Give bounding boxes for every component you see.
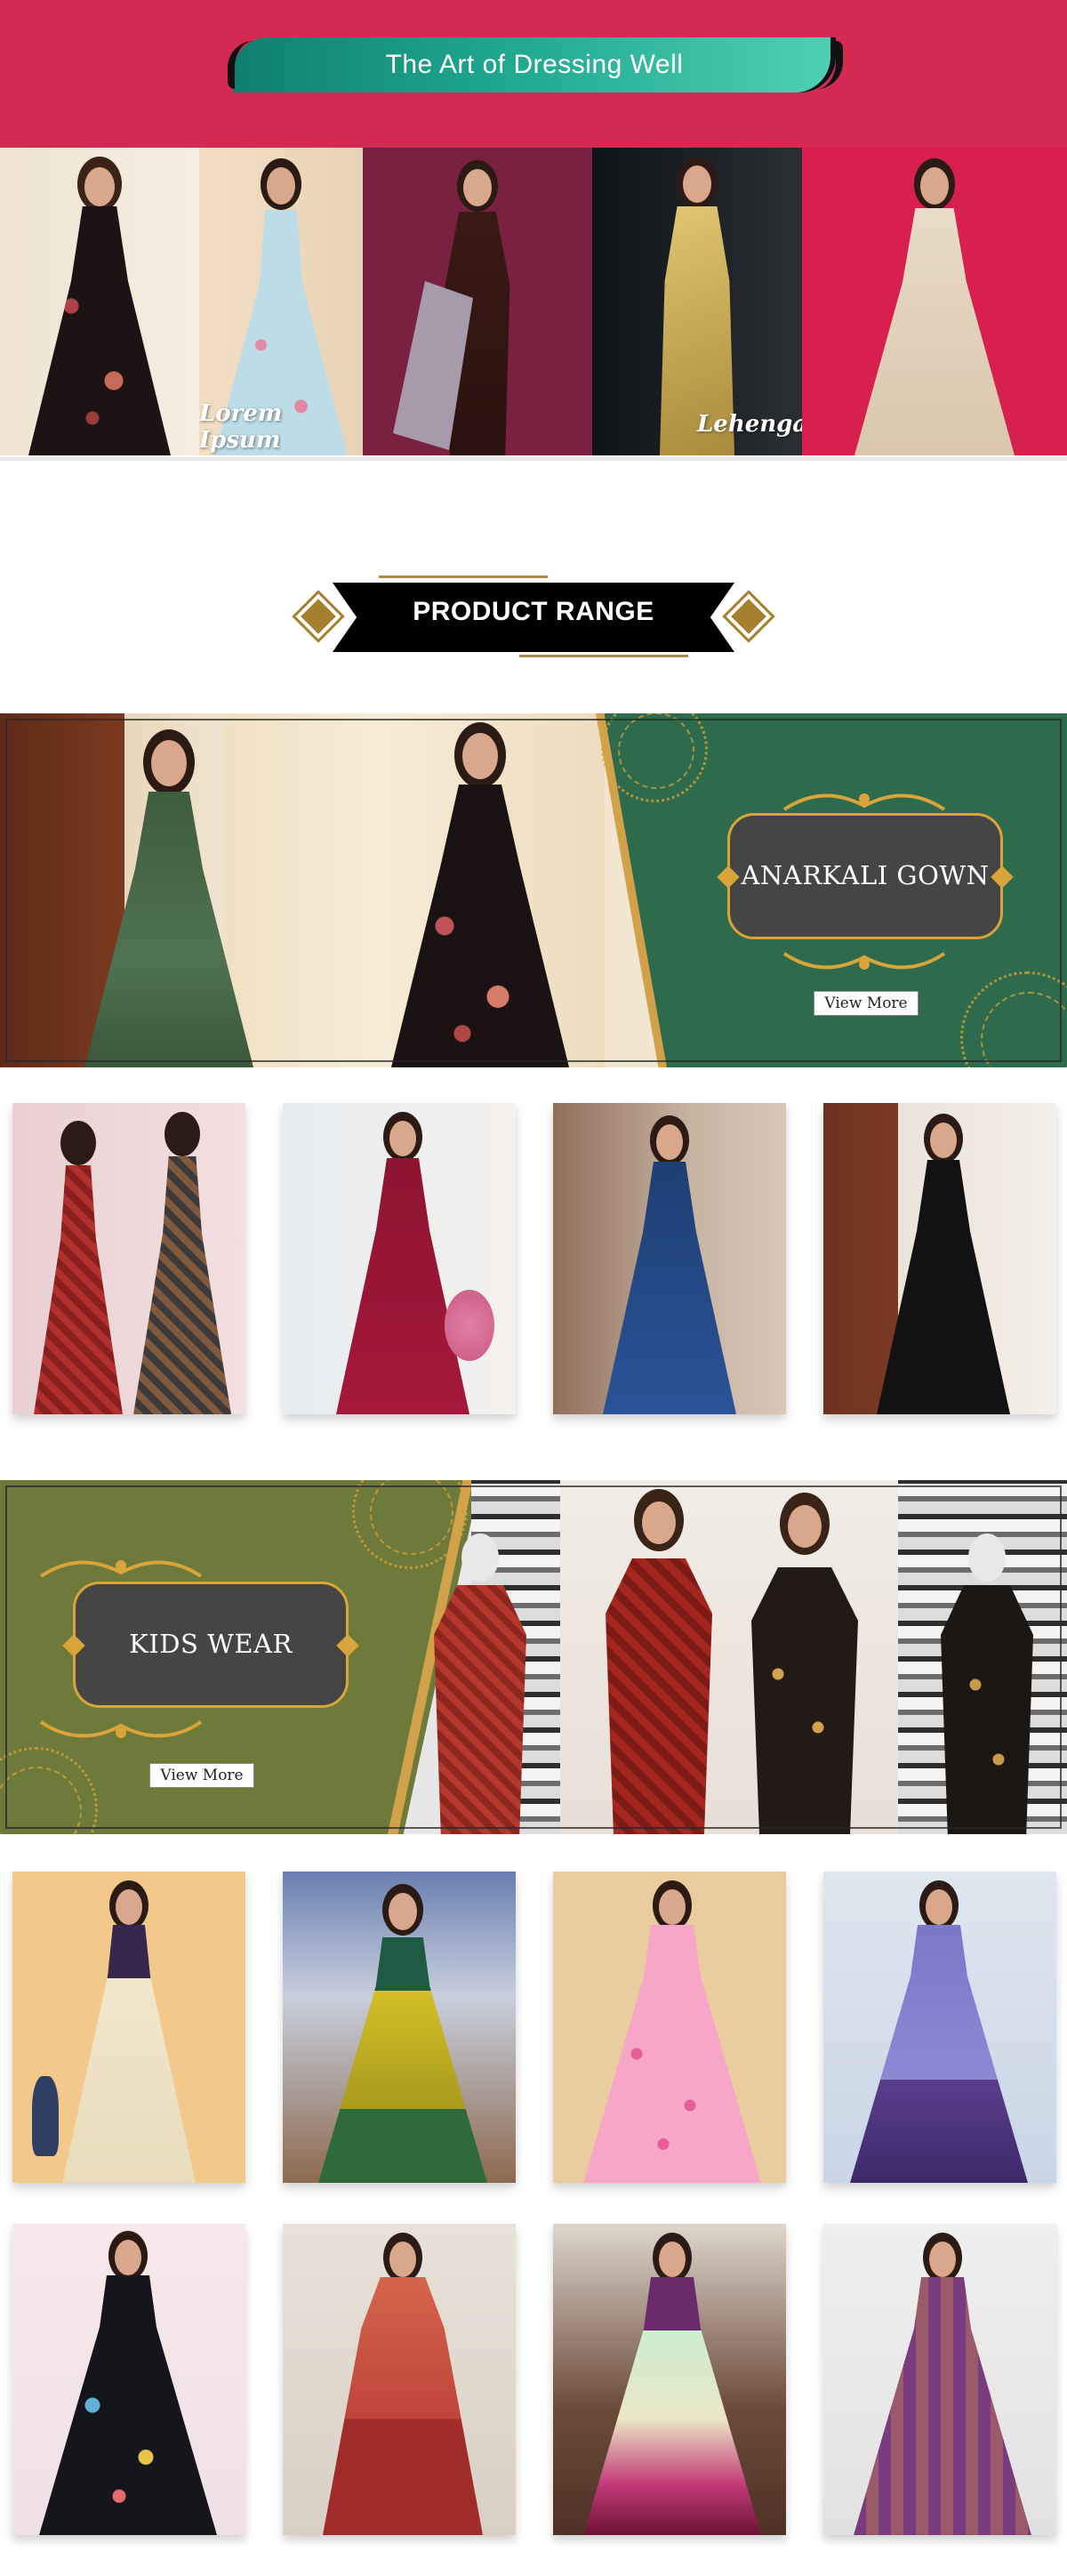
product-card-red-sharara[interactable] [283, 2224, 516, 2535]
anarkali-gown-plaque: ANARKALI GOWN [717, 813, 1014, 939]
kids-wear-label: KIDS WEAR [129, 1629, 293, 1659]
title-pill: The Art of Dressing Well [228, 37, 843, 93]
product-card-lavender-gown[interactable] [823, 1872, 1056, 2183]
anarkali-view-more-button[interactable]: View More [814, 991, 919, 1016]
hero-image-golden-saree[interactable]: Lehenga Collection [592, 148, 802, 455]
product-card-maroon-anarkali[interactable] [283, 1103, 516, 1414]
ornament-scroll-icon [782, 952, 946, 970]
hero-image-black-floral-gown[interactable] [0, 148, 199, 455]
kid-red-kurta [592, 1489, 726, 1834]
product-card-cream-lehenga[interactable] [12, 1872, 245, 2183]
kid-black-kurta [738, 1493, 871, 1834]
product-range-title: PRODUCT RANGE [413, 597, 654, 626]
vase-decor [32, 2076, 59, 2156]
divider [519, 655, 688, 657]
page: The Art of Dressing Well Lorem Ipsum Leh… [0, 0, 1067, 2576]
floral-decor [445, 1290, 494, 1361]
product-card-pink-lehenga[interactable] [553, 1872, 786, 2183]
model-face [683, 165, 711, 203]
model-dress [854, 208, 1015, 455]
mannequin-red-kurta [418, 1534, 542, 1834]
kids-wear-plaque: KIDS WEAR [62, 1582, 359, 1708]
model-green-anarkali [80, 729, 258, 1067]
model-black-floral-anarkali [382, 722, 578, 1067]
product-card-black-print-lehenga[interactable] [12, 2224, 245, 2535]
model-face [920, 167, 949, 205]
ornament-scroll-icon [39, 1720, 203, 1738]
anarkali-gown-banner[interactable]: ANARKALI GOWN View More [0, 713, 1067, 1067]
kids-wear-banner[interactable]: KIDS WEAR View More [0, 1480, 1067, 1834]
model-face [84, 167, 115, 206]
hero-caption-lorem-ipsum: Lorem Ipsum [199, 400, 283, 454]
kids-view-more-button[interactable]: View More [149, 1763, 254, 1788]
hero-image-strip: Lorem Ipsum Lehenga Collection [0, 148, 1067, 461]
ornament-scroll-icon [39, 1560, 203, 1578]
product-card-black-anarkali[interactable] [823, 1103, 1056, 1414]
product-card-red-anarkali-duo[interactable] [12, 1103, 245, 1414]
hero-image-velvet-suit[interactable] [363, 148, 592, 455]
product-card-ombre-lehenga[interactable] [553, 2224, 786, 2535]
header-banner: The Art of Dressing Well [0, 0, 1067, 148]
divider [379, 576, 548, 578]
page-title: The Art of Dressing Well [385, 50, 684, 79]
model-face [463, 169, 492, 206]
product-card-blue-anarkali[interactable] [553, 1103, 786, 1414]
model-dress [28, 206, 171, 455]
hero-caption-lehenga-collection: Lehenga Collection [697, 411, 802, 438]
hero-image-blue-lehenga[interactable]: Lorem Ipsum [199, 148, 363, 455]
model-face [267, 167, 295, 205]
anarkali-gown-label: ANARKALI GOWN [741, 860, 990, 890]
hero-image-beige-sharara[interactable] [802, 148, 1067, 455]
mannequin-black-kurta [925, 1534, 1049, 1834]
product-card-yellow-lehenga[interactable] [283, 1872, 516, 2183]
product-range-heading: PRODUCT RANGE [295, 572, 772, 661]
product-card-purple-pattu-lehenga[interactable] [823, 2224, 1056, 2535]
